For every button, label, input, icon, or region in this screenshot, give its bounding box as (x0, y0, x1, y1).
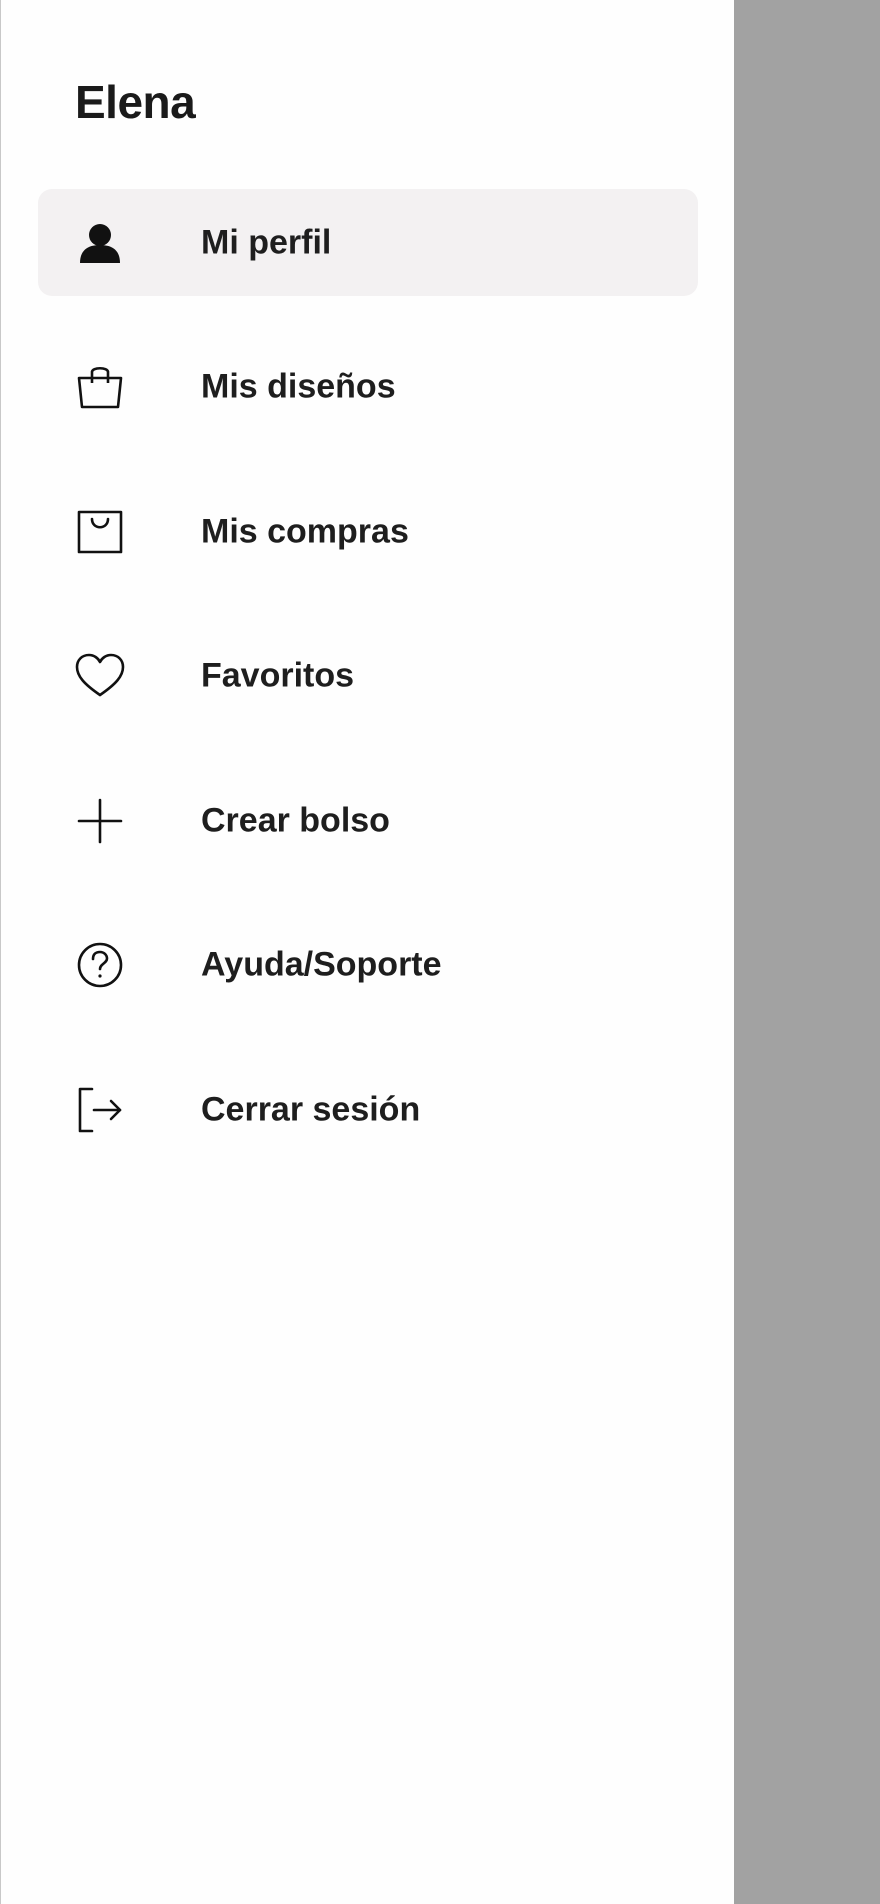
menu-item-cerrar-sesion[interactable]: Cerrar sesión (38, 1056, 698, 1163)
purchases-icon (74, 506, 126, 558)
menu-item-favoritos[interactable]: Favoritos (38, 623, 698, 730)
user-name: Elena (75, 76, 196, 128)
plus-icon (74, 795, 126, 847)
menu-item-crear-bolso[interactable]: Crear bolso (38, 767, 698, 874)
menu-item-label: Crear bolso (201, 801, 390, 839)
drawer-scrim-overlay[interactable] (734, 0, 880, 1904)
navigation-drawer: Elena Mi perfil Mis diseños Mis compras … (0, 0, 734, 1904)
menu-item-label: Ayuda/Soporte (201, 945, 442, 984)
help-icon (74, 939, 126, 991)
heart-icon (74, 650, 126, 702)
menu-item-label: Mis diseños (201, 367, 396, 406)
menu-item-mis-compras[interactable]: Mis compras (38, 478, 698, 585)
menu-item-ayuda-soporte[interactable]: Ayuda/Soporte (38, 912, 698, 1019)
shopping-bag-icon (74, 361, 126, 413)
logout-icon (74, 1084, 126, 1136)
menu-item-label: Cerrar sesión (201, 1090, 421, 1128)
menu-item-label: Favoritos (201, 656, 355, 695)
menu-item-mi-perfil[interactable]: Mi perfil (38, 189, 698, 296)
drawer-menu: Mi perfil Mis diseños Mis compras Favori… (38, 189, 698, 1201)
menu-item-label: Mi perfil (201, 223, 332, 261)
person-icon (74, 217, 126, 269)
menu-item-label: Mis compras (201, 512, 409, 550)
menu-item-mis-disenos[interactable]: Mis diseños (38, 334, 698, 441)
